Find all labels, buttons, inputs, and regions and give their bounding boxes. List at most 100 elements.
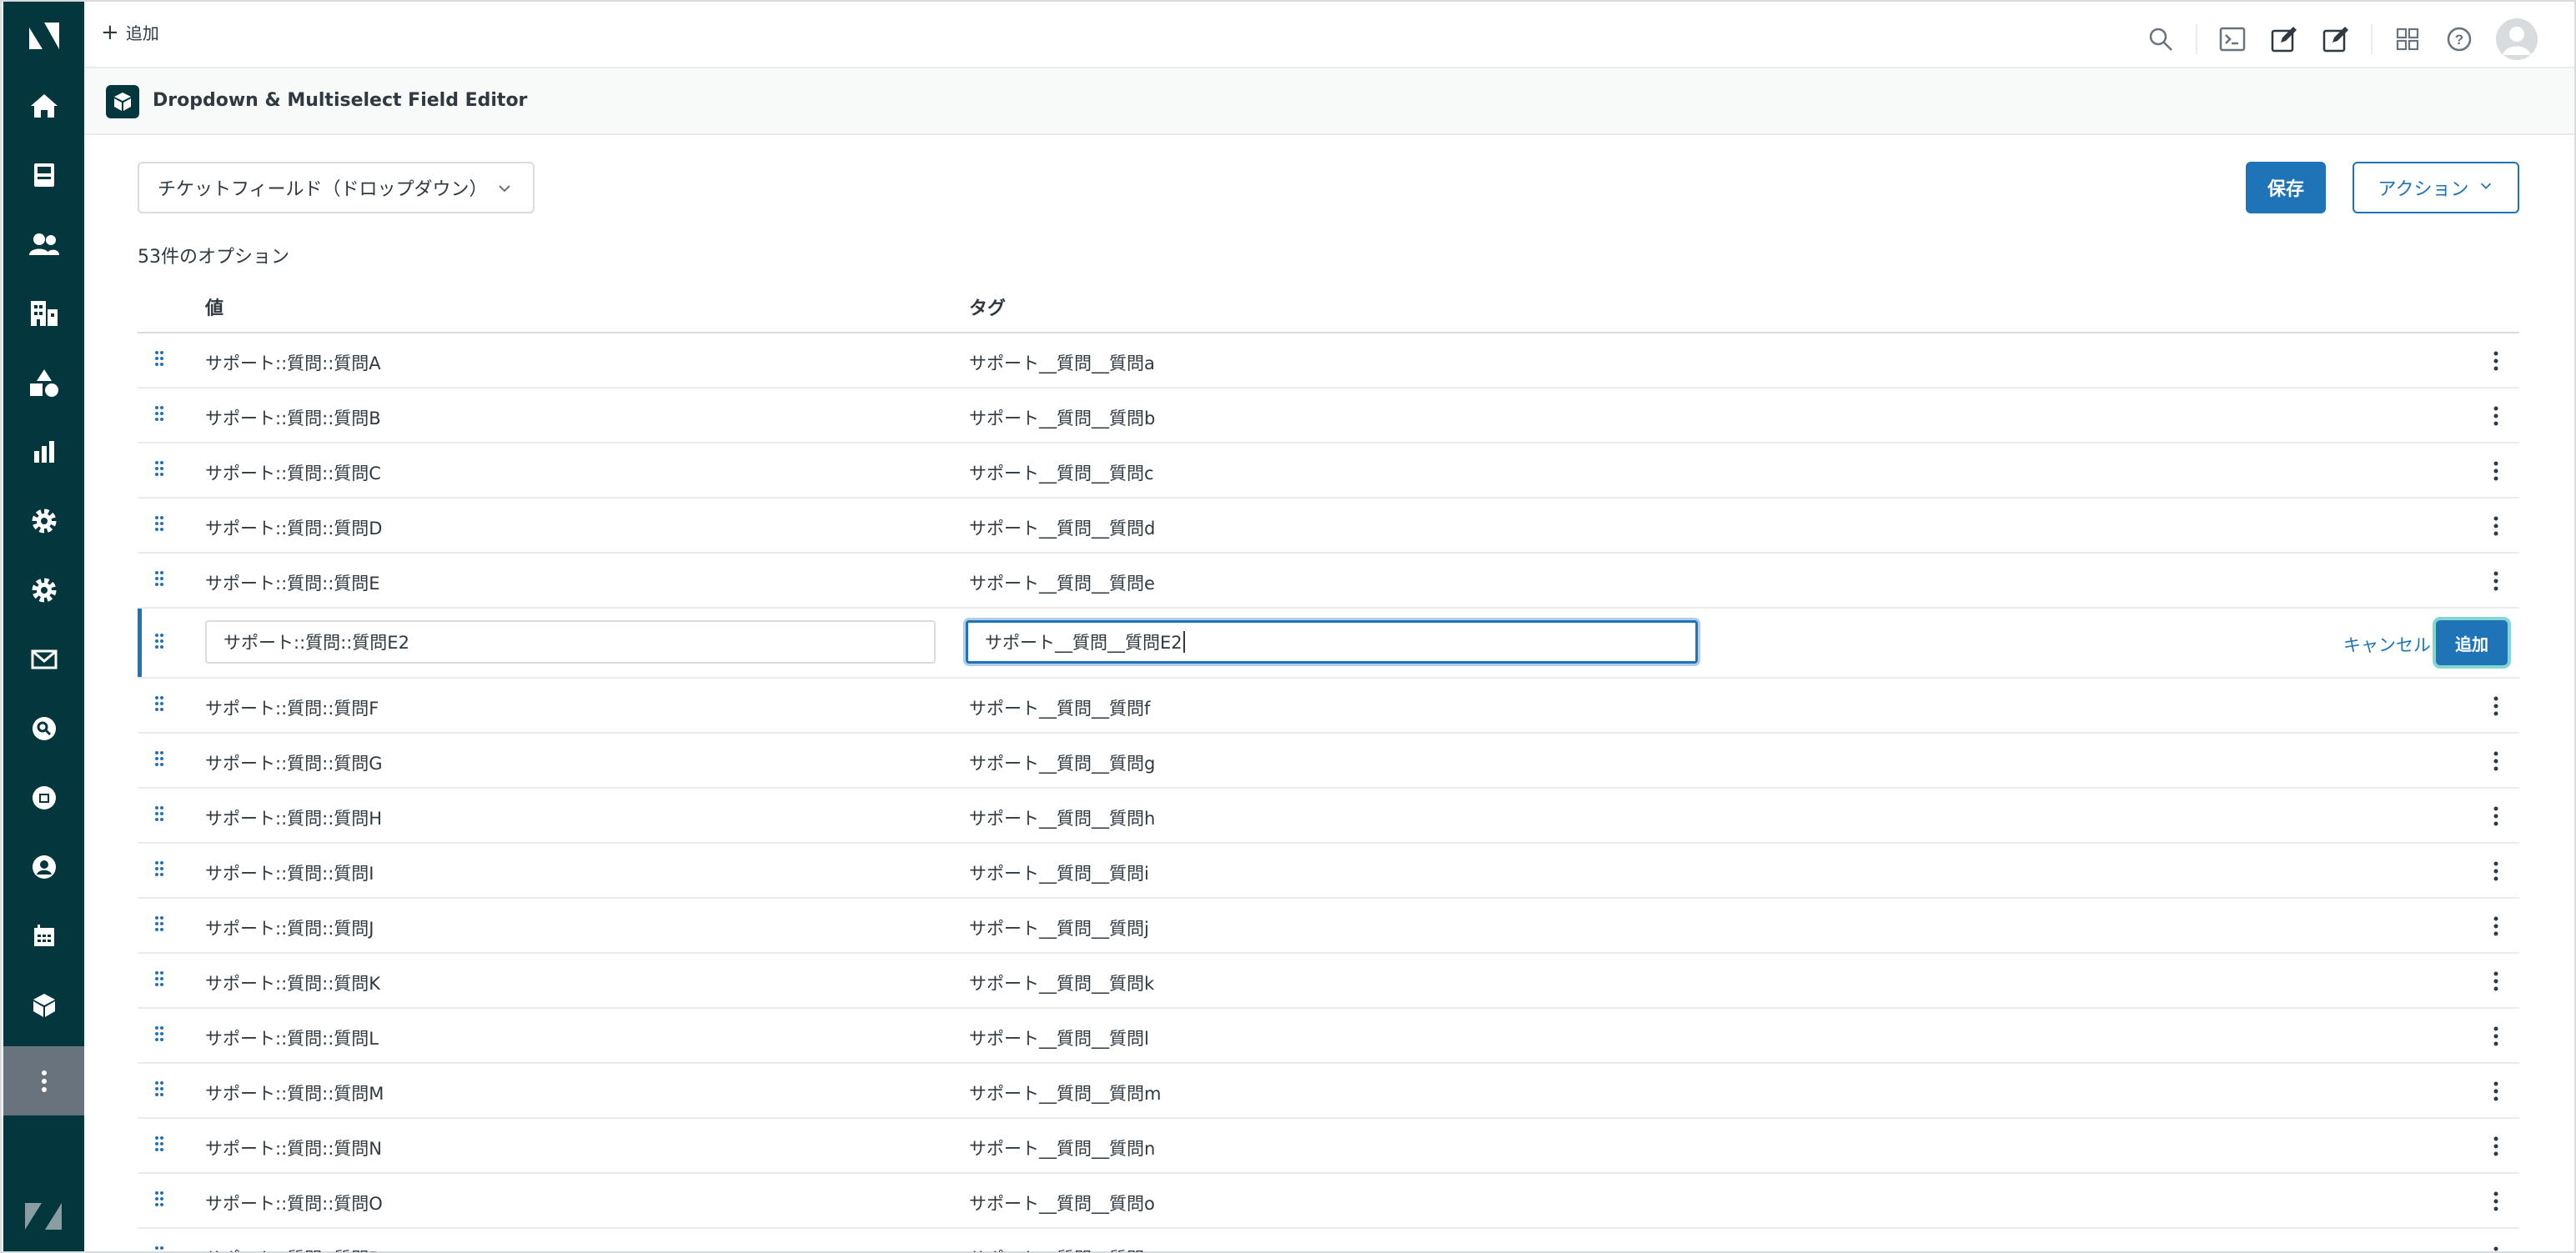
drag-handle-icon[interactable]: [154, 1080, 164, 1100]
more-options-icon[interactable]: [2488, 348, 2504, 373]
tag-input[interactable]: サポート__質問__質問E2: [966, 620, 1698, 664]
apps-grid-icon[interactable]: [2391, 23, 2424, 56]
drag-handle-icon[interactable]: [154, 460, 164, 480]
more-options-icon[interactable]: [2488, 514, 2504, 539]
reporting-icon[interactable]: [3, 417, 84, 486]
plus-icon: +: [101, 19, 119, 45]
option-tag: サポート__質問__質問o: [969, 1194, 1155, 1214]
table-row: サポート::質問::質問K サポート__質問__質問k: [138, 954, 2519, 1009]
drag-handle-icon[interactable]: [154, 570, 164, 590]
avatar[interactable]: [2496, 18, 2538, 60]
option-count: 53件のオプション: [138, 247, 289, 268]
views-icon[interactable]: [3, 140, 84, 209]
more-icon[interactable]: [3, 1046, 84, 1115]
divider: [2371, 24, 2373, 54]
actions-button[interactable]: アクション: [2353, 162, 2519, 213]
add-option-button[interactable]: 追加: [2436, 620, 2508, 665]
option-tag: サポート__質問__質問k: [969, 974, 1155, 994]
box-app-icon[interactable]: [3, 970, 84, 1040]
more-options-icon[interactable]: [2488, 859, 2504, 884]
more-options-icon[interactable]: [2488, 459, 2504, 484]
drag-handle-icon[interactable]: [154, 350, 164, 370]
value-input-text: サポート::質問::質問E2: [223, 633, 409, 653]
table-row: サポート::質問::質問O サポート__質問__質問o: [138, 1174, 2519, 1229]
divider: [2196, 24, 2197, 54]
save-button[interactable]: 保存: [2246, 162, 2326, 213]
app-header: Dropdown & Multiselect Field Editor: [84, 68, 2574, 135]
drag-handle-icon[interactable]: [154, 915, 164, 935]
home-icon[interactable]: [3, 71, 84, 140]
drag-handle-icon[interactable]: [154, 405, 164, 425]
add-button-label: 追加: [125, 23, 159, 43]
profile-app-icon[interactable]: [3, 832, 84, 901]
more-options-icon[interactable]: [2488, 1024, 2504, 1049]
option-value: サポート::質問::質問I: [205, 864, 374, 884]
search-app-icon[interactable]: [3, 694, 84, 763]
drag-handle-icon[interactable]: [154, 633, 164, 653]
cancel-button[interactable]: キャンセル: [2343, 632, 2431, 657]
add-button[interactable]: + 追加: [101, 20, 159, 44]
more-options-icon[interactable]: [2488, 749, 2504, 774]
drag-handle-icon[interactable]: [154, 1025, 164, 1045]
table-row: サポート::質問::質問M サポート__質問__質問m: [138, 1064, 2519, 1119]
drag-handle-icon[interactable]: [154, 695, 164, 715]
calendar-app-icon[interactable]: [3, 901, 84, 970]
settings-icon[interactable]: [3, 555, 84, 624]
option-value: サポート::質問::質問M: [205, 1084, 384, 1104]
table-row: サポート::質問::質問D サポート__質問__質問d: [138, 499, 2519, 554]
option-tag: サポート__質問__質問b: [969, 408, 1156, 429]
shopify-app-icon[interactable]: [3, 763, 84, 832]
table-header: 値 タグ: [138, 283, 2519, 333]
drag-handle-icon[interactable]: [154, 1135, 164, 1155]
option-value: サポート::質問::質問L: [205, 1029, 379, 1049]
drag-handle-icon[interactable]: [154, 750, 164, 770]
field-selector-dropdown[interactable]: チケットフィールド（ドロップダウン）: [138, 162, 535, 213]
drag-handle-icon[interactable]: [154, 1245, 164, 1252]
organizations-icon[interactable]: [3, 278, 84, 348]
console-icon[interactable]: [2216, 23, 2249, 56]
field-selector-value: チケットフィールド（ドロップダウン）: [158, 179, 488, 200]
table-row: サポート::質問::質問A サポート__質問__質問a: [138, 333, 2519, 388]
drag-handle-icon[interactable]: [154, 860, 164, 880]
more-options-icon[interactable]: [2488, 914, 2504, 939]
option-value: サポート::質問::質問E: [205, 574, 380, 594]
more-options-icon[interactable]: [2488, 403, 2504, 429]
search-icon[interactable]: [2144, 23, 2177, 56]
main-nav: [3, 2, 84, 1251]
zendesk-brand-icon: [23, 1201, 63, 1235]
edit-icon[interactable]: [2267, 23, 2301, 56]
more-options-icon[interactable]: [2488, 1189, 2504, 1214]
mail-icon[interactable]: [3, 624, 84, 694]
compose-icon[interactable]: [2319, 23, 2353, 56]
zendesk-logo-icon[interactable]: [26, 18, 63, 52]
value-input[interactable]: サポート::質問::質問E2: [205, 620, 936, 664]
actions-button-label: アクション: [2378, 179, 2469, 200]
option-value: サポート::質問::質問B: [205, 408, 381, 429]
more-options-icon[interactable]: [2488, 569, 2504, 594]
more-options-icon[interactable]: [2488, 1079, 2504, 1104]
app-cube-icon: [106, 85, 139, 118]
table-row: サポート::質問::質問H サポート__質問__質問h: [138, 789, 2519, 844]
page-title: Dropdown & Multiselect Field Editor: [153, 90, 528, 111]
more-options-icon[interactable]: [2488, 1134, 2504, 1159]
objects-icon[interactable]: [3, 348, 84, 417]
option-tag: サポート__質問__質問e: [969, 574, 1155, 594]
more-options-icon[interactable]: [2488, 804, 2504, 829]
option-tag: サポート__質問__質問l: [969, 1029, 1149, 1049]
drag-handle-icon[interactable]: [154, 515, 164, 535]
table-row: サポート::質問::質問N サポート__質問__質問n: [138, 1119, 2519, 1174]
customers-icon[interactable]: [3, 209, 84, 278]
chevron-down-icon: [2478, 178, 2493, 198]
option-tag: サポート__質問__質問i: [969, 864, 1149, 884]
admin-settings-icon[interactable]: [3, 486, 84, 555]
table-row: サポート::質問::質問L サポート__質問__質問l: [138, 1009, 2519, 1064]
more-options-icon[interactable]: [2488, 969, 2504, 994]
help-icon[interactable]: ?: [2443, 23, 2476, 56]
option-tag: サポート__質問__質問c: [969, 464, 1154, 484]
drag-handle-icon[interactable]: [154, 1190, 164, 1210]
more-options-icon[interactable]: [2488, 1244, 2504, 1252]
drag-handle-icon[interactable]: [154, 970, 164, 990]
option-value: サポート::質問::質問O: [205, 1194, 383, 1214]
more-options-icon[interactable]: [2488, 694, 2504, 719]
drag-handle-icon[interactable]: [154, 805, 164, 825]
